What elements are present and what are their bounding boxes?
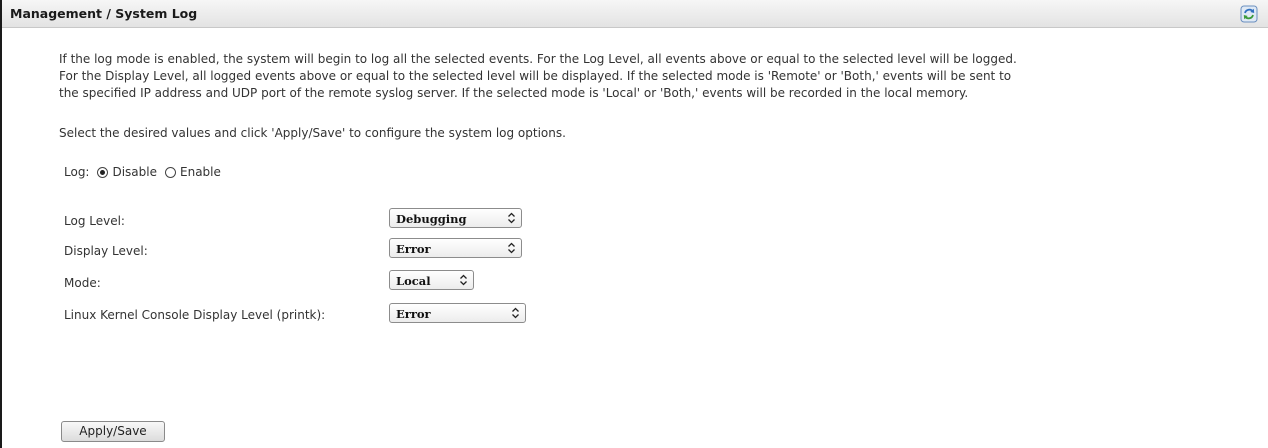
log-level-select[interactable]: Debugging [389, 208, 522, 228]
display-level-value: Error [396, 242, 431, 256]
description-line: the specified IP address and UDP port of… [59, 86, 969, 100]
display-level-label: Display Level: [64, 244, 148, 258]
log-level-label: Log Level: [64, 214, 125, 228]
printk-label: Linux Kernel Console Display Level (prin… [64, 308, 326, 322]
instruction-text: Select the desired values and click 'App… [59, 126, 566, 140]
printk-select[interactable]: Error [389, 303, 526, 323]
apply-save-button[interactable]: Apply/Save [61, 421, 165, 442]
log-enable-label[interactable]: Enable [180, 165, 221, 179]
mode-value: Local [396, 274, 431, 288]
printk-value: Error [396, 307, 431, 321]
log-enable-radio[interactable] [165, 166, 176, 178]
log-level-value: Debugging [396, 212, 467, 226]
log-mode-group: Log: Disable Enable [64, 165, 221, 179]
mode-select[interactable]: Local [389, 270, 474, 290]
mode-label: Mode: [64, 276, 101, 290]
log-disable-radio[interactable] [97, 166, 109, 178]
panel-header: Management / System Log [2, 0, 1268, 28]
page-title: Management / System Log [10, 6, 198, 21]
refresh-icon[interactable] [1240, 5, 1258, 23]
log-disable-label[interactable]: Disable [112, 165, 157, 179]
select-chevron-icon [508, 242, 515, 254]
select-chevron-icon [512, 307, 519, 319]
select-chevron-icon [508, 212, 515, 224]
display-level-select[interactable]: Error [389, 238, 522, 258]
log-label: Log: [64, 165, 90, 179]
system-log-panel: Management / System Log If the log mode … [0, 0, 1268, 448]
description-line: If the log mode is enabled, the system w… [59, 52, 1017, 66]
description-text: If the log mode is enabled, the system w… [59, 51, 1254, 102]
select-chevron-icon [460, 274, 467, 286]
description-line: For the Display Level, all logged events… [59, 69, 1012, 83]
